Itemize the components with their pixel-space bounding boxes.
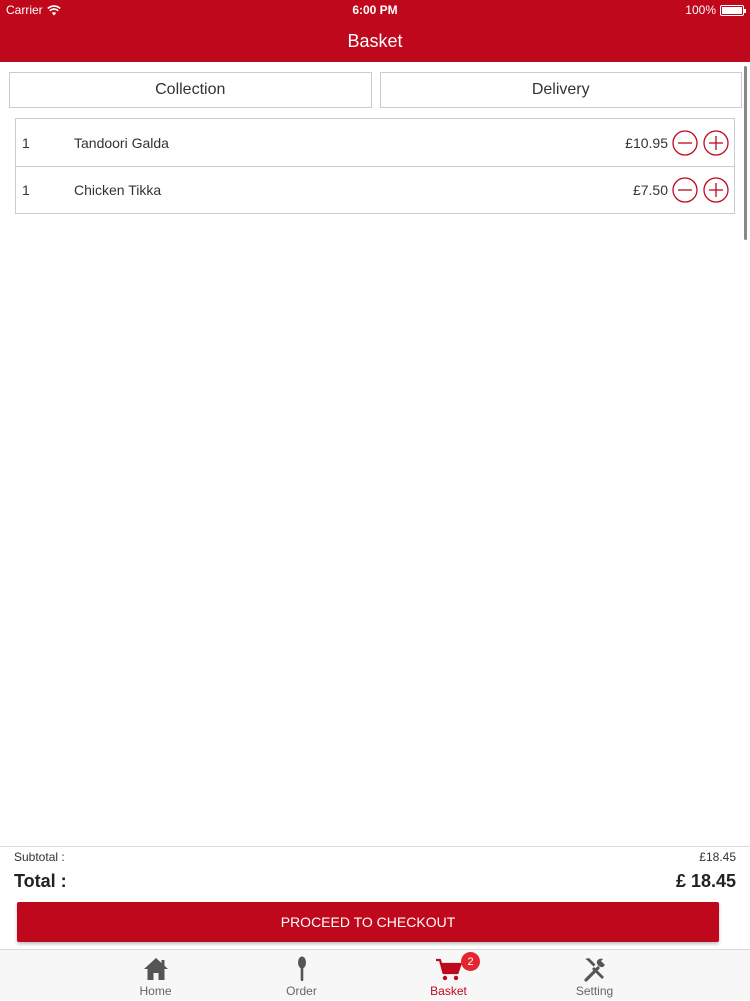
battery-label: 100% bbox=[685, 3, 716, 17]
item-price: £10.95 bbox=[625, 134, 668, 151]
tab-delivery[interactable]: Delivery bbox=[379, 72, 742, 108]
cart-icon bbox=[435, 958, 462, 981]
nav-bar: Basket bbox=[0, 20, 750, 62]
basket-item: 1 Tandoori Galda £10.95 bbox=[16, 119, 734, 166]
tab-setting[interactable]: Setting bbox=[521, 950, 668, 1001]
status-time: 6:00 PM bbox=[352, 3, 398, 17]
tab-bar: Home Order Basket 2 Setting bbox=[0, 949, 750, 1000]
total-value: £ 18.45 bbox=[675, 871, 736, 891]
tab-home[interactable]: Home bbox=[82, 950, 229, 1001]
basket-count-badge: 2 bbox=[461, 952, 480, 971]
subtotal-value: £18.45 bbox=[699, 850, 736, 864]
spoon-icon bbox=[297, 956, 306, 981]
tools-icon bbox=[583, 958, 605, 982]
tab-label: Home bbox=[139, 984, 172, 998]
home-icon bbox=[143, 958, 168, 980]
item-name: Tandoori Galda bbox=[74, 134, 169, 151]
order-type-tabs: Collection Delivery bbox=[9, 72, 742, 108]
item-quantity: 1 bbox=[22, 134, 30, 151]
tab-label: Order bbox=[286, 984, 317, 998]
decrease-quantity-icon[interactable] bbox=[672, 129, 698, 156]
tab-label: Setting bbox=[575, 984, 614, 998]
basket-item: 1 Chicken Tikka £7.50 bbox=[16, 166, 734, 213]
status-bar: Carrier 6:00 PM 100% bbox=[0, 0, 750, 20]
item-name: Chicken Tikka bbox=[74, 182, 162, 198]
page-title: Basket bbox=[347, 30, 403, 51]
scroll-indicator[interactable] bbox=[744, 66, 747, 240]
item-quantity: 1 bbox=[22, 182, 30, 198]
increase-quantity-icon[interactable] bbox=[703, 177, 729, 203]
subtotal-row: Subtotal : £18.45 bbox=[14, 850, 736, 866]
tab-basket[interactable]: Basket 2 bbox=[375, 950, 522, 1001]
total-row: Total : £ 18.45 bbox=[14, 871, 736, 895]
total-label: Total : bbox=[14, 871, 67, 891]
battery-icon bbox=[720, 4, 746, 16]
proceed-to-checkout-button[interactable]: PROCEED TO CHECKOUT bbox=[17, 902, 719, 942]
tab-collection[interactable]: Collection bbox=[9, 72, 372, 108]
tab-label: Basket bbox=[430, 984, 467, 998]
basket-list: 1 Tandoori Galda £10.95 1 Chicken Tikka … bbox=[15, 118, 735, 214]
decrease-quantity-icon[interactable] bbox=[672, 177, 698, 203]
battery-indicator: 100% bbox=[685, 3, 746, 17]
tab-order[interactable]: Order bbox=[228, 950, 375, 1001]
item-price: £7.50 bbox=[632, 182, 668, 198]
increase-quantity-icon[interactable] bbox=[703, 129, 729, 156]
subtotal-label: Subtotal : bbox=[14, 850, 65, 864]
summary-divider bbox=[0, 846, 750, 847]
